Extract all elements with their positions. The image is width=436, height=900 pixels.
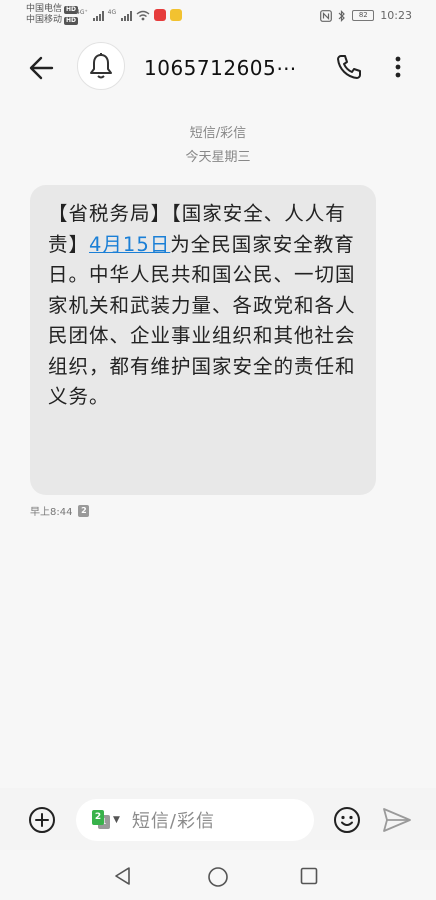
battery-icon: 82 <box>352 10 375 21</box>
date-link[interactable]: 4月15日 <box>89 233 170 256</box>
send-icon <box>383 808 411 832</box>
carrier-2-label: 中国移动 <box>26 15 63 25</box>
clock: 10:23 <box>380 9 412 22</box>
nav-back-icon <box>115 867 130 885</box>
nav-recent-button[interactable] <box>300 867 318 885</box>
message-bubble[interactable]: 【省税务局】【国家安全、人人有责】4月15日为全民国家安全教育日。中华人民共和国… <box>30 185 376 495</box>
message-type-label: 短信/彩信 <box>189 126 247 141</box>
app-notification-icon <box>170 9 183 21</box>
send-button[interactable] <box>382 807 412 833</box>
message-input[interactable]: 1 2 ▼ 短信/彩信 <box>76 799 314 841</box>
bell-icon <box>90 53 112 79</box>
more-vertical-icon <box>395 56 401 78</box>
nav-recent-icon <box>300 867 318 885</box>
emoji-icon <box>334 807 360 833</box>
status-bar: 中国电信 HD 中国移动 HD 4G⁺ 4G 82 10:23 <box>0 0 436 32</box>
contact-name[interactable]: 1065712605⋯ <box>144 56 297 80</box>
nav-home-button[interactable] <box>207 866 229 888</box>
message-timestamp: 早上8:44 2 <box>30 503 90 518</box>
sim-primary: 2 <box>92 810 104 825</box>
signal-2-icon <box>121 11 133 21</box>
nav-home-icon <box>208 867 228 887</box>
network-type-1: 4G⁺ <box>76 9 88 16</box>
nfc-icon <box>320 9 333 22</box>
dual-sim-icon: 1 2 <box>92 810 110 830</box>
sim-slot-badge: 2 <box>78 504 90 517</box>
add-circle-icon <box>29 807 55 833</box>
system-nav-bar <box>0 850 436 900</box>
message-text: 为全民国家安全教育日。中华人民共和国公民、一切国家机关和武装力量、各政党和各人民… <box>48 232 356 409</box>
message-time: 早上8:44 <box>30 507 73 518</box>
more-options-button[interactable] <box>388 52 408 82</box>
wifi-icon <box>136 10 150 21</box>
carrier-info: 中国电信 HD 中国移动 HD <box>26 4 79 26</box>
back-button[interactable] <box>24 50 60 86</box>
contact-avatar[interactable] <box>77 42 125 90</box>
call-button[interactable] <box>334 52 364 82</box>
back-arrow-icon <box>29 56 54 80</box>
phone-icon <box>337 55 361 79</box>
add-attachment-button[interactable] <box>28 806 56 834</box>
network-type-2: 4G <box>107 9 117 16</box>
date-separator: 今天星期三 <box>185 150 251 165</box>
bluetooth-icon <box>338 9 346 22</box>
chevron-down-icon: ▼ <box>113 815 120 825</box>
compose-bar: 1 2 ▼ 短信/彩信 <box>0 788 436 850</box>
signal-indicators: 4G⁺ 4G <box>76 9 183 21</box>
emoji-button[interactable] <box>333 806 361 834</box>
carrier-1-label: 中国电信 <box>26 4 63 14</box>
conversation-header: 1065712605⋯ <box>0 36 436 100</box>
signal-1-icon <box>92 11 104 21</box>
input-placeholder: 短信/彩信 <box>131 811 215 832</box>
nav-back-button[interactable] <box>113 866 133 886</box>
sim-selector[interactable]: 1 2 ▼ <box>92 810 120 830</box>
app-notification-icon <box>154 9 167 21</box>
status-right: 82 10:23 <box>320 9 412 22</box>
